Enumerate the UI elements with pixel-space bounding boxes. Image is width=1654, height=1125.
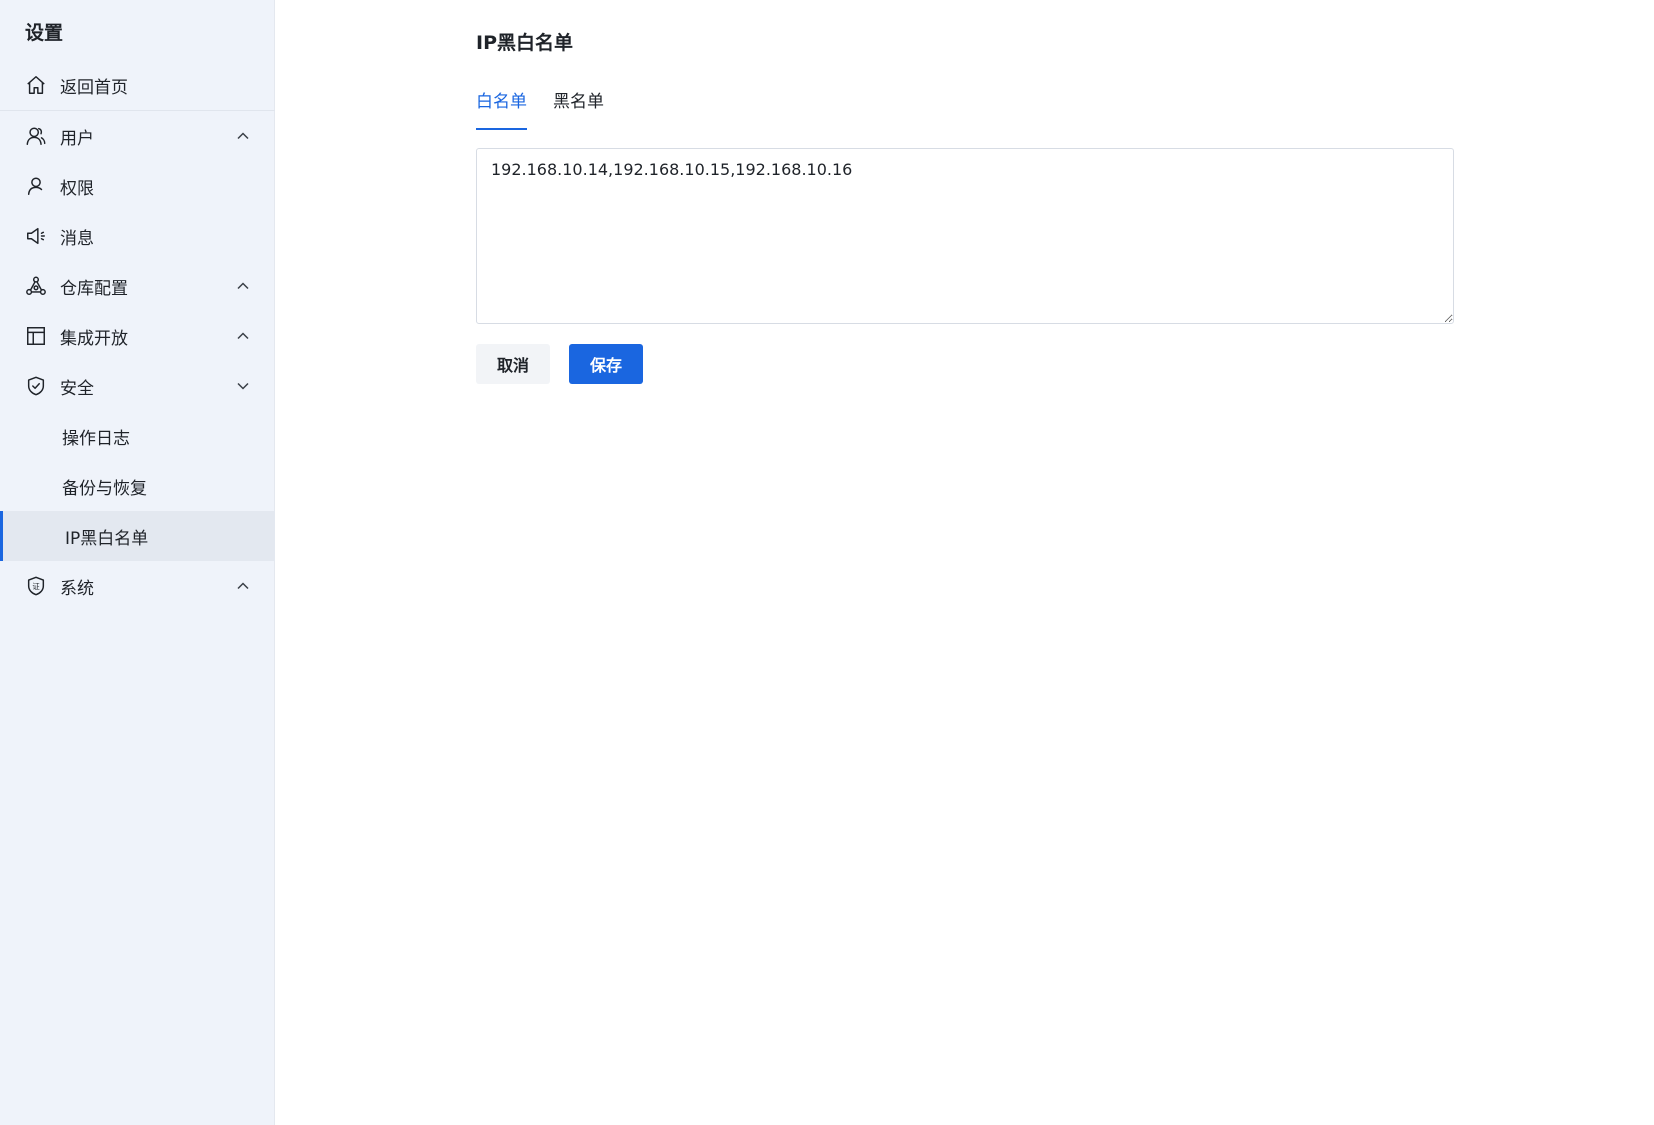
sidebar-title: 设置 (25, 22, 64, 44)
sidebar-item-label: 消息 (60, 228, 94, 249)
sidebar-item-label: 返回首页 (60, 77, 128, 98)
sidebar-item-messages[interactable]: 消息 (0, 211, 275, 261)
chevron-up-icon[interactable] (235, 328, 251, 344)
tab-blacklist[interactable]: 黑名单 (553, 88, 604, 130)
chevron-up-icon[interactable] (235, 578, 251, 594)
sidebar-item-home[interactable]: 返回首页 (0, 60, 275, 110)
sidebar-item-label: 安全 (60, 378, 94, 399)
certificate-icon: 证 (25, 575, 47, 597)
sidebar-subitem-operation-log[interactable]: 操作日志 (0, 411, 275, 461)
sidebar-nav: 返回首页 用户 权限 消息 仓库配置 集成开放 安全 操作日志 备份与恢复 IP… (0, 60, 275, 611)
sidebar-item-label: 仓库配置 (60, 278, 128, 299)
sidebar-item-permissions[interactable]: 权限 (0, 161, 275, 211)
users-icon (25, 125, 47, 147)
sidebar-item-security[interactable]: 安全 (0, 361, 275, 411)
sidebar-item-repo-config[interactable]: 仓库配置 (0, 261, 275, 311)
cancel-button[interactable]: 取消 (476, 344, 550, 384)
chevron-up-icon[interactable] (235, 128, 251, 144)
sidebar-subitem-label: 备份与恢复 (62, 478, 147, 499)
tab-bar: 白名单 黑名单 (476, 88, 630, 130)
chevron-up-icon[interactable] (235, 278, 251, 294)
sidebar-subitem-label: 操作日志 (62, 428, 130, 449)
sidebar-subitem-backup-restore[interactable]: 备份与恢复 (0, 461, 275, 511)
sidebar-item-users[interactable]: 用户 (0, 111, 275, 161)
user-icon (25, 175, 47, 197)
chevron-down-icon[interactable] (235, 378, 251, 394)
tab-whitelist[interactable]: 白名单 (476, 88, 527, 130)
sidebar-subitem-ip-list[interactable]: IP黑白名单 (0, 511, 275, 561)
sidebar: 设置 返回首页 用户 权限 消息 仓库配置 集成开放 安全 操作日志 备份与恢复… (0, 0, 275, 1125)
sidebar-item-label: 系统 (60, 578, 94, 599)
sidebar-item-system[interactable]: 证 系统 (0, 561, 275, 611)
layout-icon (25, 325, 47, 347)
megaphone-icon (25, 225, 47, 247)
page-title: IP黑白名单 (476, 32, 573, 54)
sidebar-subitem-label: IP黑白名单 (65, 528, 149, 549)
settings-app: 设置 返回首页 用户 权限 消息 仓库配置 集成开放 安全 操作日志 备份与恢复… (0, 0, 1654, 1125)
shield-check-icon (25, 375, 47, 397)
sidebar-item-integration[interactable]: 集成开放 (0, 311, 275, 361)
sidebar-item-label: 集成开放 (60, 328, 128, 349)
network-icon (25, 275, 47, 297)
action-buttons: 取消 保存 (476, 344, 662, 384)
sidebar-item-label: 用户 (60, 128, 94, 149)
sidebar-item-label: 权限 (60, 178, 94, 199)
ip-list-textarea[interactable]: 192.168.10.14,192.168.10.15,192.168.10.1… (476, 148, 1454, 324)
svg-text:证: 证 (32, 582, 40, 591)
home-icon (25, 74, 47, 96)
save-button[interactable]: 保存 (569, 344, 643, 384)
